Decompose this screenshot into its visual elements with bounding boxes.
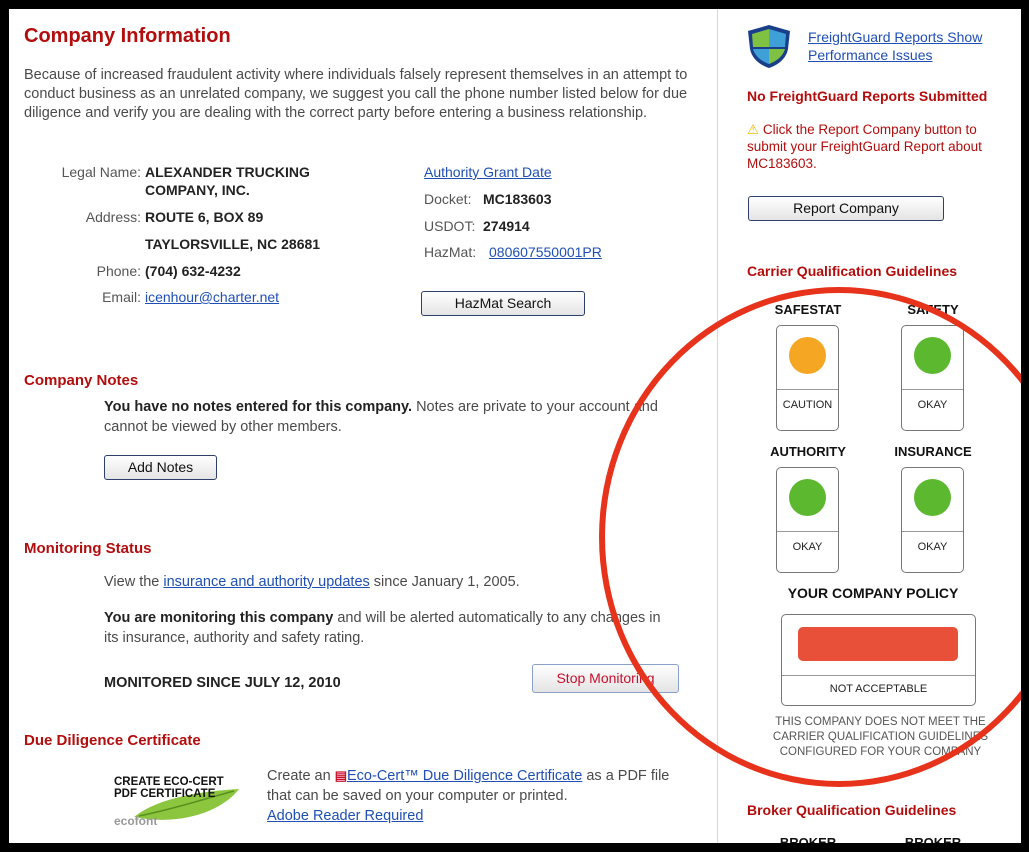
safestat-separator: [777, 389, 838, 390]
safety-separator: [902, 389, 963, 390]
company-notes-text: You have no notes entered for this compa…: [104, 397, 664, 437]
freightguard-instruction: ⚠ Click the Report Company button to sub…: [747, 121, 1017, 172]
no-notes-bold: You have no notes entered for this compa…: [104, 399, 413, 415]
freightguard-link-wrapper: FreightGuard Reports Show Performance Is…: [808, 28, 1018, 64]
authority-grant-date-link[interactable]: Authority Grant Date: [424, 164, 552, 180]
legal-name-label: Legal Name:: [61, 164, 141, 180]
no-freightguard-reports: No FreightGuard Reports Submitted: [747, 88, 988, 104]
monitored-since: MONITORED SINCE JULY 12, 2010: [104, 675, 341, 691]
page-frame: Company Information Because of increased…: [9, 9, 1021, 843]
broker-col1-label: BROKER: [779, 835, 837, 843]
authority-status: OKAY: [792, 541, 823, 553]
pdf-icon: ▤: [334, 768, 348, 783]
broker-qualification-heading: Broker Qualification Guidelines: [747, 802, 957, 818]
eco-cert-text: Create an ▤Eco-Cert™ Due Diligence Certi…: [267, 766, 687, 826]
monitoring-text: You are monitoring this company and will…: [104, 608, 664, 648]
insurance-indicator: OKAY: [901, 467, 964, 573]
authority-separator: [777, 531, 838, 532]
safety-status: OKAY: [917, 399, 948, 411]
insurance-status: OKAY: [917, 541, 948, 553]
docket-value: MC183603: [483, 191, 552, 207]
eco-cert-logo[interactable]: CREATE ECO-CERT PDF CERTIFICATE ecofont: [104, 769, 242, 835]
phone-label: Phone:: [96, 263, 141, 279]
policy-status-bar: [798, 627, 958, 661]
eco-logo-line2: PDF CERTIFICATE: [114, 788, 216, 800]
company-policy-label: YOUR COMPANY POLICY: [787, 585, 959, 601]
freightguard-reports-link[interactable]: FreightGuard Reports Show Performance Is…: [808, 29, 982, 63]
authority-grant-wrapper: Authority Grant Date: [424, 164, 552, 180]
address-line2: TAYLORSVILLE, NC 28681: [145, 236, 321, 252]
insurance-separator: [902, 531, 963, 532]
monitoring-view-text: View the insurance and authority updates…: [104, 572, 664, 592]
email-label: Email:: [102, 289, 141, 305]
usdot-value: 274914: [483, 218, 530, 234]
page-title: Company Information: [24, 25, 231, 47]
authority-indicator: OKAY: [776, 467, 839, 573]
stop-monitoring-button[interactable]: Stop Monitoring: [532, 664, 679, 693]
report-company-button[interactable]: Report Company: [748, 196, 944, 221]
monitoring-bold: You are monitoring this company: [104, 610, 334, 626]
company-notes-heading: Company Notes: [24, 372, 139, 389]
adobe-reader-link[interactable]: Adobe Reader Required: [267, 808, 423, 824]
ecofont-brand: ecofont: [114, 814, 158, 828]
monitoring-status-heading: Monitoring Status: [24, 540, 152, 557]
safestat-status: CAUTION: [782, 399, 833, 411]
view-prefix: View the: [104, 574, 164, 590]
eco-cert-prefix: Create an: [267, 768, 335, 784]
sidebar: FreightGuard Reports Show Performance Is…: [718, 9, 1021, 843]
safestat-indicator: CAUTION: [776, 325, 839, 431]
warning-icon: ⚠: [747, 122, 760, 137]
add-notes-button[interactable]: Add Notes: [104, 455, 217, 480]
address-label: Address:: [85, 209, 141, 225]
phone-value: (704) 632-4232: [145, 263, 241, 279]
main-content: Company Information Because of increased…: [9, 9, 717, 843]
policy-note: THIS COMPANY DOES NOT MEET THE CARRIER Q…: [772, 716, 989, 758]
email-wrapper: icenhour@charter.net: [145, 289, 279, 305]
view-suffix: since January 1, 2005.: [369, 574, 520, 590]
legal-name-line1: ALEXANDER TRUCKING: [145, 164, 310, 180]
hazmat-search-button[interactable]: HazMat Search: [421, 291, 585, 316]
carrier-qualification-heading: Carrier Qualification Guidelines: [747, 263, 958, 279]
due-diligence-heading: Due Diligence Certificate: [24, 732, 201, 749]
company-policy-indicator: NOT ACCEPTABLE: [781, 614, 976, 706]
insurance-label: INSURANCE: [894, 444, 972, 459]
safestat-label: SAFESTAT: [774, 302, 842, 317]
hazmat-label: HazMat:: [424, 244, 477, 260]
email-link[interactable]: icenhour@charter.net: [145, 289, 279, 305]
safety-indicator: OKAY: [901, 325, 964, 431]
fraud-warning-text: Because of increased fraudulent activity…: [24, 67, 688, 121]
legal-name-line2: COMPANY, INC.: [145, 182, 250, 198]
safety-label: SAFETY: [907, 302, 959, 317]
eco-cert-link[interactable]: Eco-Cert™ Due Diligence Certificate: [347, 768, 582, 784]
policy-status: NOT ACCEPTABLE: [829, 683, 928, 695]
authority-light: [789, 479, 826, 516]
address-line1: ROUTE 6, BOX 89: [145, 209, 264, 225]
policy-separator: [782, 675, 975, 676]
safestat-light: [789, 337, 826, 374]
authority-label: AUTHORITY: [770, 444, 846, 459]
usdot-label: USDOT:: [424, 218, 476, 234]
hazmat-wrapper: 080607550001PR: [489, 244, 602, 260]
eco-logo-line1: CREATE ECO-CERT: [114, 776, 224, 788]
broker-col2-label: BROKER: [904, 835, 962, 843]
safety-light: [914, 337, 951, 374]
insurance-light: [914, 479, 951, 516]
docket-label: Docket:: [424, 191, 472, 207]
hazmat-number-link[interactable]: 080607550001PR: [489, 244, 602, 260]
insurance-authority-updates-link[interactable]: insurance and authority updates: [163, 574, 369, 590]
freightguard-shield-icon: [748, 25, 790, 68]
freightguard-instruction-text: Click the Report Company button to submi…: [747, 122, 982, 171]
